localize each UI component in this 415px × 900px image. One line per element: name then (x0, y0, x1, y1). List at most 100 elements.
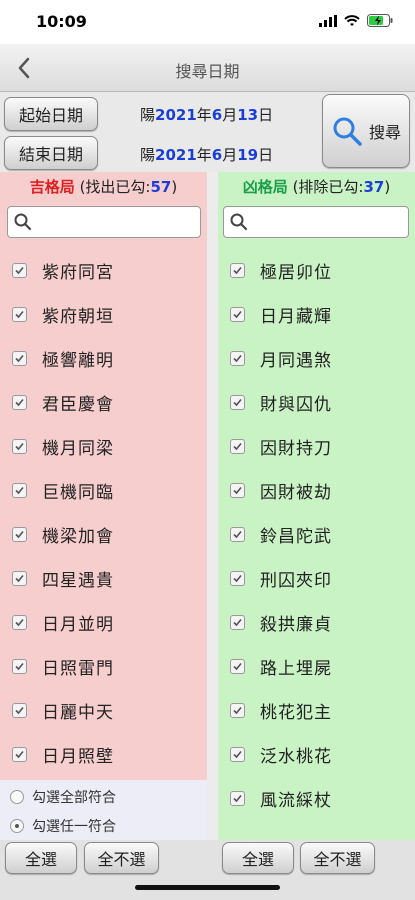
pattern-label: 日月並明 (42, 614, 114, 635)
inauspicious-search-input[interactable] (223, 206, 409, 238)
pattern-row[interactable]: 風流綵杖 (218, 776, 415, 820)
end-date-button[interactable]: 結束日期 (4, 136, 98, 170)
start-date-button[interactable]: 起始日期 (4, 97, 98, 131)
pattern-row[interactable]: 因財持刀 (218, 424, 415, 468)
checkbox-checked[interactable] (12, 702, 27, 718)
checkbox-checked[interactable] (230, 614, 245, 630)
checkbox-checked[interactable] (230, 306, 245, 322)
auspicious-pattern-panel: 吉格局 (找出已勾:57) 紫府同宮 紫府朝垣 極響離明 君臣慶會 機月同梁 巨機同臨 機梁… (0, 172, 207, 840)
panel-divider (207, 172, 218, 840)
auspicious-search-input[interactable] (7, 206, 201, 238)
pattern-row[interactable]: 日照雷門 (0, 644, 207, 688)
pattern-row[interactable]: 日月並明 (0, 600, 207, 644)
pattern-row[interactable]: 桃花犯主 (218, 688, 415, 732)
checkbox-checked[interactable] (230, 702, 245, 718)
search-button[interactable]: 搜尋 (322, 94, 410, 168)
pattern-row[interactable]: 極響離明 (0, 336, 207, 380)
pattern-row[interactable]: 鈴昌陀武 (218, 512, 415, 556)
pattern-row[interactable]: 極居卯位 (218, 248, 415, 292)
checkmark-icon (15, 354, 24, 362)
start-year: 2021 (155, 106, 197, 124)
checkbox-checked[interactable] (12, 658, 27, 674)
year-unit: 年 (196, 146, 212, 164)
date-prefix: 陽 (140, 106, 156, 124)
checkbox-checked[interactable] (230, 482, 245, 498)
checkbox-checked[interactable] (12, 570, 27, 586)
pattern-label: 紫府朝垣 (42, 306, 114, 327)
left-select-none-button[interactable]: 全不選 (84, 842, 159, 874)
checkbox-checked[interactable] (230, 658, 245, 674)
pattern-label: 鈴昌陀武 (260, 526, 332, 547)
pattern-row[interactable]: 殺拱廉貞 (218, 600, 415, 644)
checkbox-checked[interactable] (12, 526, 27, 542)
radio-match-any[interactable]: 勾選任一符合 (10, 816, 116, 836)
pattern-row[interactable]: 路上埋屍 (218, 644, 415, 688)
checkbox-checked[interactable] (12, 262, 27, 278)
day-unit: 日 (258, 106, 274, 124)
checkmark-icon (15, 706, 24, 714)
pattern-row[interactable]: 日麗中天 (0, 688, 207, 732)
pattern-label: 月同遇煞 (260, 350, 332, 371)
pattern-row[interactable]: 君臣慶會 (0, 380, 207, 424)
checkbox-checked[interactable] (12, 306, 27, 322)
checkbox-checked[interactable] (230, 438, 245, 454)
checkmark-icon (233, 486, 242, 494)
radio-circle-selected (10, 819, 24, 833)
pattern-row[interactable]: 四星遇貴 (0, 556, 207, 600)
checkbox-checked[interactable] (230, 746, 245, 762)
pattern-row[interactable]: 巨機同臨 (0, 468, 207, 512)
pattern-row[interactable]: 因財被劫 (218, 468, 415, 512)
inauspicious-subtitle: (排除已勾: (287, 178, 364, 196)
pattern-label: 日照雷門 (42, 658, 114, 679)
checkmark-icon (15, 310, 24, 318)
search-icon (14, 213, 32, 231)
status-time: 10:09 (36, 12, 87, 31)
right-select-none-button[interactable]: 全不選 (300, 842, 375, 874)
auspicious-title: 吉格局 (29, 178, 75, 196)
checkbox-checked[interactable] (230, 394, 245, 410)
checkbox-checked[interactable] (230, 570, 245, 586)
pattern-row[interactable]: 紫府同宮 (0, 248, 207, 292)
right-select-all-button[interactable]: 全選 (222, 842, 294, 874)
radio-match-all[interactable]: 勾選全部符合 (10, 787, 116, 807)
end-date-text: 陽2021年6月19日 (140, 144, 273, 165)
pattern-label: 日麗中天 (42, 702, 114, 723)
checkbox-checked[interactable] (12, 482, 27, 498)
pattern-label: 路上埋屍 (260, 658, 332, 679)
start-day: 13 (237, 106, 259, 124)
checkbox-checked[interactable] (230, 262, 245, 278)
pattern-row[interactable]: 財與囚仇 (218, 380, 415, 424)
checkmark-icon (15, 398, 24, 406)
checkbox-checked[interactable] (12, 350, 27, 366)
left-select-all-button[interactable]: 全選 (5, 842, 77, 874)
pattern-label: 極響離明 (42, 350, 114, 371)
checkbox-checked[interactable] (12, 394, 27, 410)
pattern-row[interactable]: 日月藏輝 (218, 292, 415, 336)
pattern-row[interactable]: 刑囚夾印 (218, 556, 415, 600)
checkbox-checked[interactable] (230, 350, 245, 366)
pattern-row[interactable]: 月同遇煞 (218, 336, 415, 380)
pattern-label: 日月藏輝 (260, 306, 332, 327)
checkbox-checked[interactable] (12, 746, 27, 762)
day-unit: 日 (258, 146, 274, 164)
search-icon (230, 213, 248, 231)
home-indicator (135, 885, 280, 890)
pattern-row[interactable]: 紫府朝垣 (0, 292, 207, 336)
checkmark-icon (15, 750, 24, 758)
start-date-text: 陽2021年6月13日 (140, 104, 273, 125)
checkbox-checked[interactable] (12, 614, 27, 630)
status-icons (319, 14, 393, 27)
radio-circle (10, 790, 24, 804)
pattern-row[interactable]: 泛水桃花 (218, 732, 415, 776)
checkmark-icon (233, 794, 242, 802)
pattern-label: 極居卯位 (260, 262, 332, 283)
radio-match-all-label: 勾選全部符合 (32, 790, 116, 806)
checkbox-checked[interactable] (12, 438, 27, 454)
checkbox-checked[interactable] (230, 790, 245, 806)
pattern-row[interactable]: 日月照壁 (0, 732, 207, 776)
pattern-label: 刑囚夾印 (260, 570, 332, 591)
match-mode-options: 勾選全部符合 勾選任一符合 (0, 780, 207, 840)
pattern-row[interactable]: 機梁加會 (0, 512, 207, 556)
checkbox-checked[interactable] (230, 526, 245, 542)
pattern-row[interactable]: 機月同梁 (0, 424, 207, 468)
